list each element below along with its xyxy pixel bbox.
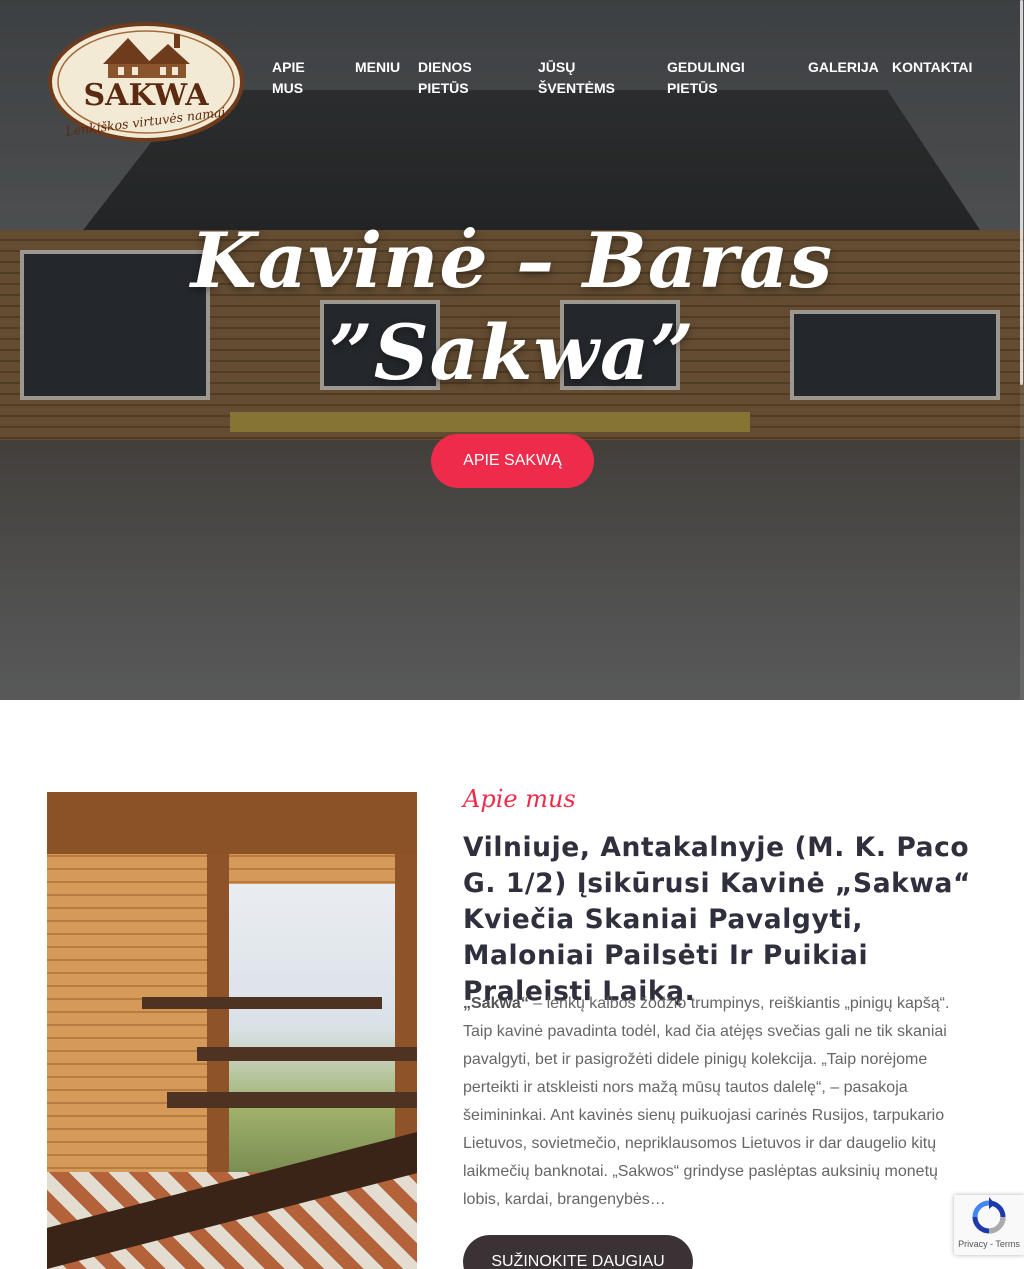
scrollbar-thumb[interactable] (1020, 0, 1023, 385)
nav-item-jusu-sventems[interactable]: JŪSŲ ŠVENTĖMS (538, 57, 624, 99)
about-text-bold: „Sakwa“ (463, 995, 529, 1012)
photo-window-view (222, 884, 417, 1174)
about-eyebrow: Apie mus (463, 785, 576, 813)
recaptcha-badge[interactable]: Privacy - Terms (954, 1195, 1024, 1255)
about-sakwa-button[interactable]: APIE SAKWĄ (431, 434, 594, 488)
recaptcha-terms[interactable]: Privacy - Terms (954, 1239, 1024, 1249)
about-text: „Sakwa“ – lenkų kalbos žodžio trumpinys,… (463, 990, 963, 1214)
nav-item-meniu[interactable]: MENIU (355, 57, 405, 78)
about-heading: Vilniuje, Antakalnyje (M. K. Paco G. 1/2… (463, 832, 971, 1007)
photo-table (167, 1092, 417, 1108)
photo-table (197, 1047, 417, 1061)
hero-title-line2: ”Sakwa” (329, 308, 695, 397)
about-photo (47, 792, 417, 1269)
nav-item-galerija[interactable]: GALERIJA (808, 57, 882, 78)
nav-item-kontaktai[interactable]: KONTAKTAI (892, 57, 982, 78)
site-logo[interactable]: SAKWA Lenkiškos virtuvės namai (48, 20, 244, 142)
about-text-body: – lenkų kalbos žodžio trumpinys, reiškia… (463, 995, 950, 1208)
learn-more-button[interactable]: SUŽINOKITE DAUGIAU (463, 1235, 693, 1269)
photo-table (142, 997, 382, 1009)
photo-beam (47, 792, 417, 854)
nav-item-gedulingi-pietus[interactable]: GEDULINGI PIETŪS (667, 57, 767, 99)
nav-item-dienos-pietus[interactable]: DIENOS PIETŪS (418, 57, 488, 99)
recaptcha-icon (972, 1197, 1006, 1234)
logo-emblem: SAKWA Lenkiškos virtuvės namai (48, 22, 244, 142)
hero-title-line1: Kavinė – Baras (190, 216, 834, 305)
nav-item-apie-mus[interactable]: APIE MUS (272, 57, 328, 99)
hero-title: Kavinė – Baras ”Sakwa” (0, 215, 1024, 399)
